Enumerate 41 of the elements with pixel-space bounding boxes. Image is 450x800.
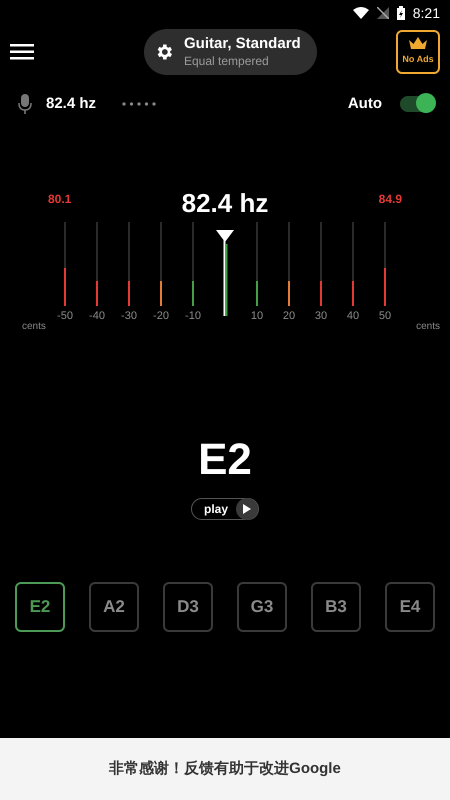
- crown-icon: [409, 37, 427, 52]
- string-button[interactable]: G3: [237, 582, 287, 632]
- string-button[interactable]: D3: [163, 582, 213, 632]
- tuning-subtitle: Equal tempered: [184, 54, 269, 69]
- string-button[interactable]: E2: [15, 582, 65, 632]
- tick-label: 20: [282, 309, 296, 324]
- tick-label: 50: [378, 309, 392, 324]
- tick-label: -30: [121, 309, 137, 324]
- tick-label: -50: [57, 309, 73, 324]
- cents-label: cents: [416, 320, 440, 334]
- note-name: E2: [198, 438, 252, 482]
- detected-frequency: 82.4 hz: [182, 190, 268, 216]
- no-ads-button[interactable]: No Ads: [396, 30, 440, 74]
- needle-icon: [215, 230, 235, 316]
- cents-label: cents: [22, 320, 46, 334]
- menu-button[interactable]: [10, 42, 36, 62]
- tick-label: 30: [314, 309, 328, 324]
- play-icon: [243, 504, 251, 514]
- battery-icon: [396, 6, 405, 20]
- tuning-title: Guitar, Standard: [184, 35, 301, 54]
- string-button[interactable]: A2: [89, 582, 139, 632]
- input-frequency: 82.4 hz: [46, 94, 96, 114]
- string-button[interactable]: E4: [385, 582, 435, 632]
- menu-icon: [10, 44, 34, 60]
- signal-dots-icon: [122, 102, 156, 106]
- tick-label: 10: [250, 309, 264, 324]
- tick-label: -10: [185, 309, 201, 324]
- microphone-icon: [18, 94, 32, 114]
- no-signal-icon: [376, 7, 389, 19]
- tick-label: 40: [346, 309, 360, 324]
- tuning-selector[interactable]: Guitar, Standard Equal tempered: [144, 29, 317, 75]
- tick-label: -20: [153, 309, 169, 324]
- high-frequency-reading: 84.9: [378, 191, 402, 208]
- clock-time: 8:21: [412, 4, 440, 22]
- banner-text: 非常感谢！反馈有助于改进Google: [109, 758, 341, 779]
- string-button[interactable]: B3: [311, 582, 361, 632]
- wifi-icon: [352, 7, 369, 19]
- play-button[interactable]: play: [190, 498, 259, 520]
- tick-label: -40: [89, 309, 105, 324]
- auto-label: Auto: [348, 94, 382, 114]
- low-frequency-reading: 80.1: [48, 191, 72, 208]
